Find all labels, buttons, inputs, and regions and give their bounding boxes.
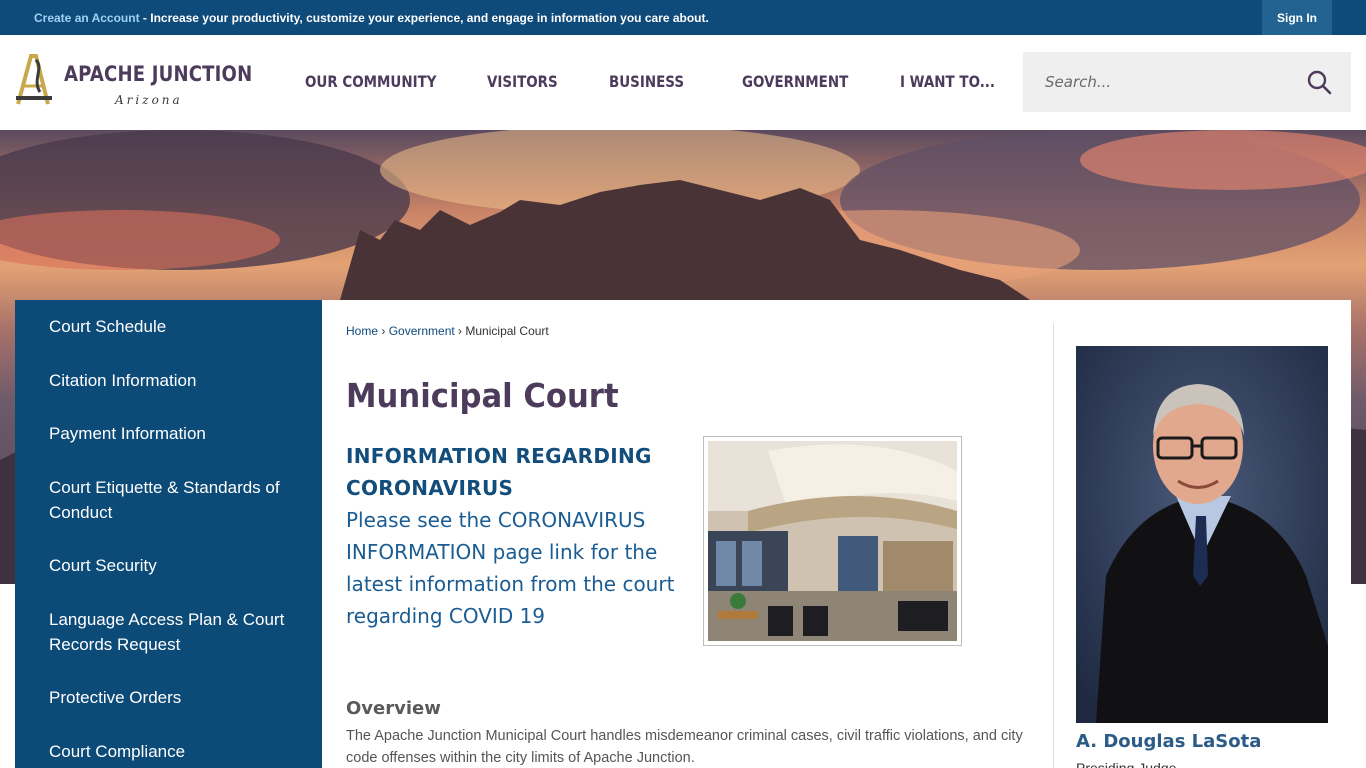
account-promo: Create an Account - Increase your produc… [34, 11, 709, 25]
coronavirus-notice-text[interactable]: Please see the CORONAVIRUS INFORMATION p… [346, 504, 686, 632]
nav-visitors[interactable]: VISITORS [487, 72, 558, 91]
search-box [1023, 52, 1351, 112]
sidebar-item-language-access[interactable]: Language Access Plan & Court Records Req… [49, 607, 289, 657]
breadcrumb-home[interactable]: Home [346, 324, 378, 338]
nav-i-want-to[interactable]: I WANT TO... [900, 72, 995, 91]
site-logo[interactable]: APACHE JUNCTION Arizona [14, 52, 252, 114]
logo-mark-icon [16, 54, 52, 105]
breadcrumb-government[interactable]: Government [389, 324, 455, 338]
sidebar-item-payment-information[interactable]: Payment Information [49, 421, 289, 446]
breadcrumb: Home › Government › Municipal Court [346, 324, 549, 338]
create-account-link[interactable]: Create an Account [34, 11, 140, 25]
breadcrumb-current: Municipal Court [465, 324, 549, 338]
overview-text: The Apache Junction Municipal Court hand… [346, 728, 1023, 766]
breadcrumb-separator: › [454, 324, 466, 338]
sidebar-item-court-etiquette[interactable]: Court Etiquette & Standards of Conduct [49, 475, 289, 525]
sidebar-item-court-compliance[interactable]: Court Compliance [49, 739, 289, 764]
sidebar-nav: Court Schedule Citation Information Paym… [15, 300, 322, 768]
sidebar-item-citation-information[interactable]: Citation Information [49, 368, 289, 393]
sidebar-item-court-schedule[interactable]: Court Schedule [49, 314, 289, 339]
main-content: Home › Government › Municipal Court Muni… [322, 300, 1351, 768]
breadcrumb-separator: › [378, 324, 389, 338]
logo-name: APACHE JUNCTION [64, 62, 253, 86]
logo-state: Arizona [115, 93, 183, 107]
judge-name[interactable]: A. Douglas LaSota [1076, 731, 1261, 752]
promo-text: - Increase your productivity, customize … [139, 11, 709, 25]
sign-in-button[interactable]: Sign In [1262, 0, 1332, 35]
judge-portrait [1076, 346, 1328, 723]
judge-role: Presiding Judge [1076, 760, 1177, 768]
nav-business[interactable]: BUSINESS [609, 72, 684, 91]
search-icon[interactable] [1306, 69, 1332, 95]
coronavirus-notice-heading[interactable]: INFORMATION REGARDING CORONAVIRUS [346, 440, 676, 504]
site-header: APACHE JUNCTION Arizona OUR COMMUNITY VI… [0, 35, 1366, 130]
page-title: Municipal Court [346, 376, 619, 415]
overview-heading: Overview [346, 698, 441, 719]
sidebar-item-court-security[interactable]: Court Security [49, 553, 289, 578]
court-lobby-image [703, 436, 962, 646]
sidebar-item-protective-orders[interactable]: Protective Orders [49, 685, 289, 710]
content-divider [1053, 323, 1054, 768]
top-utility-bar: Create an Account - Increase your produc… [0, 0, 1366, 35]
nav-government[interactable]: GOVERNMENT [742, 72, 848, 91]
search-input[interactable] [1023, 52, 1293, 112]
nav-our-community[interactable]: OUR COMMUNITY [305, 72, 436, 91]
